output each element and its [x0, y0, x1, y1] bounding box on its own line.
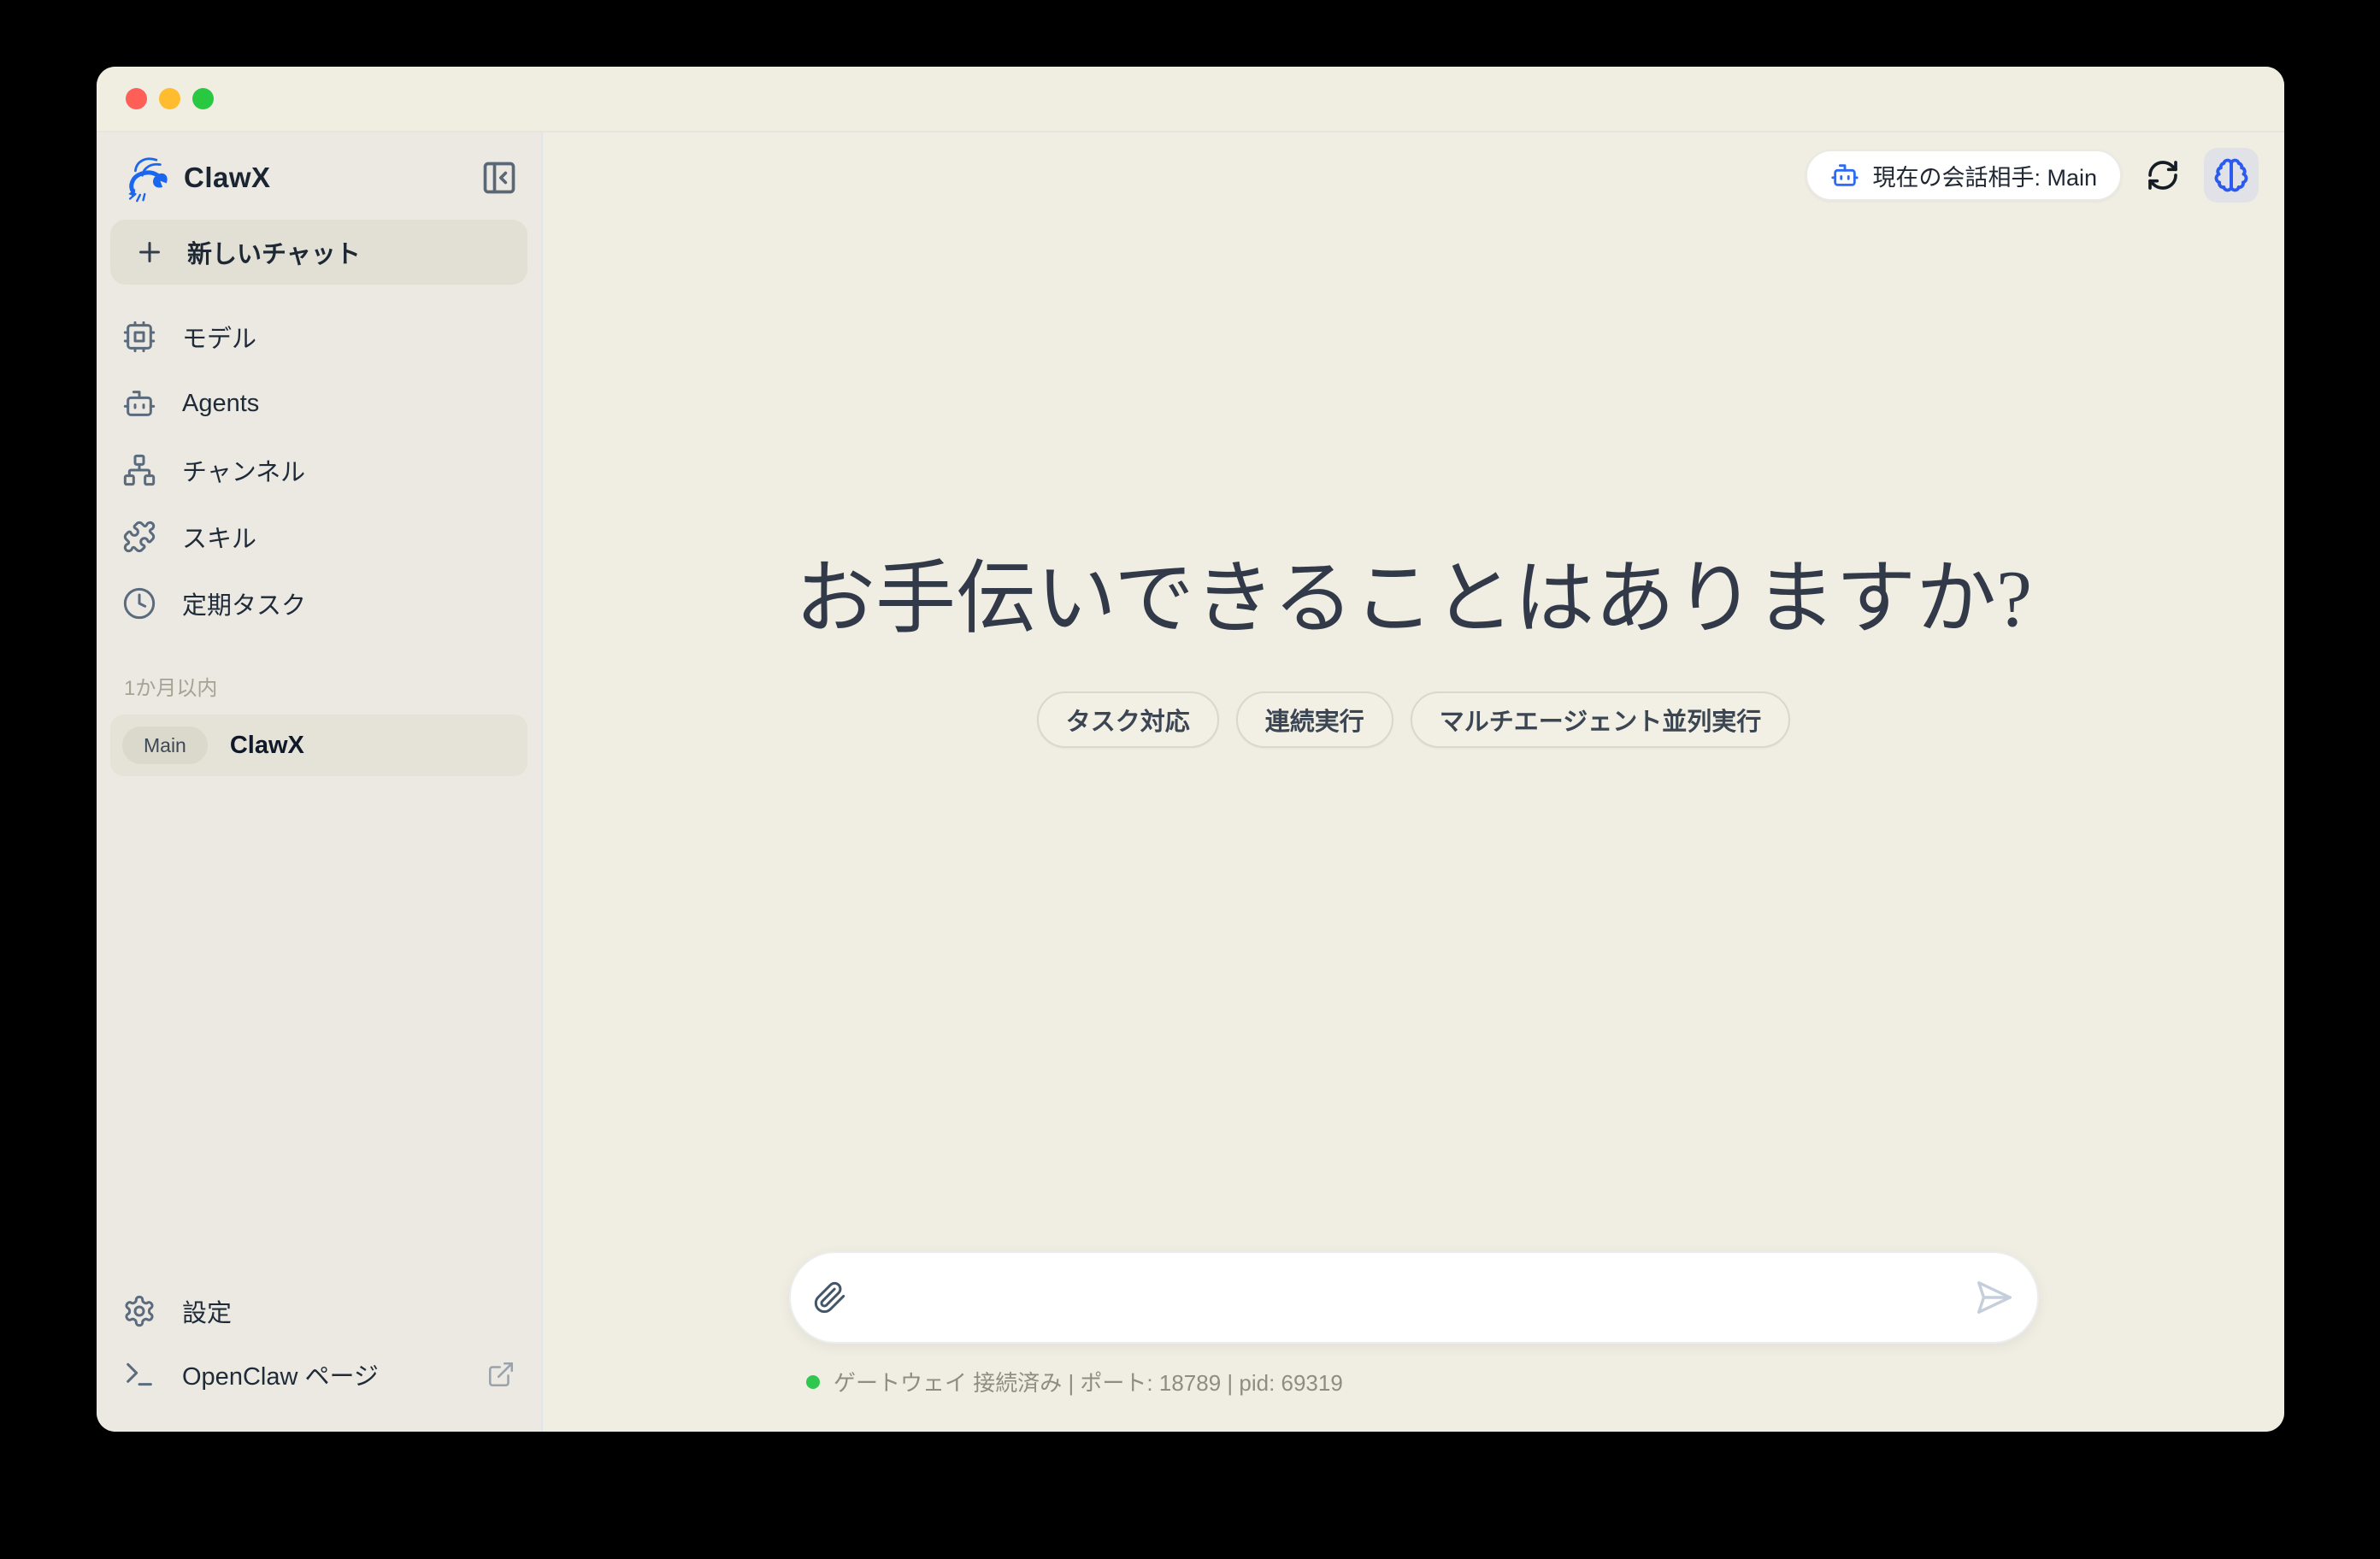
robot-icon [122, 386, 156, 421]
send-button[interactable] [1974, 1278, 2013, 1317]
new-chat-button[interactable]: 新しいチャット [110, 220, 527, 285]
sidebar-item-skills[interactable]: スキル [110, 503, 527, 570]
app-window: ClawX 新しいチャット [97, 67, 2284, 1432]
hero-heading: お手伝いできることはありますか? [795, 553, 2032, 645]
new-chat-label: 新しいチャット [187, 234, 361, 270]
sidebar-item-label: モデル [182, 319, 256, 355]
main-area: 現在の会話相手: Main [543, 132, 2284, 1432]
sidebar-item-label: 設定 [182, 1293, 232, 1329]
terminal-icon [122, 1357, 156, 1391]
clawx-lobster-logo-icon [122, 153, 172, 203]
network-icon [122, 453, 156, 487]
collapse-sidebar-button[interactable] [480, 158, 519, 197]
sidebar-item-scheduled-tasks[interactable]: 定期タスク [110, 570, 527, 637]
hero: お手伝いできることはありますか? タスク対応 連続実行 マルチエージェント並列実… [543, 553, 2284, 748]
current-conversation-label: 現在の会話相手: Main [1872, 159, 2097, 192]
sidebar-item-label: 定期タスク [182, 585, 306, 621]
app-title: ClawX [184, 162, 271, 194]
sidebar-item-models[interactable]: モデル [110, 303, 527, 370]
refresh-button[interactable] [2142, 155, 2183, 196]
top-controls: 現在の会話相手: Main [1806, 148, 2259, 203]
chip-task-support[interactable]: タスク対応 [1037, 691, 1219, 748]
sidebar-item-settings[interactable]: 設定 [110, 1280, 527, 1343]
history-section-label: 1か月以内 [124, 671, 527, 701]
sidebar-header: ClawX [110, 150, 527, 206]
chat-history-item[interactable]: Main ClawX [110, 715, 527, 776]
refresh-icon [2146, 158, 2180, 192]
sidebar-nav: モデル Agents チャンネル [110, 303, 527, 637]
titlebar [97, 67, 2284, 132]
gateway-status: ゲートウェイ 接続済み | ポート: 18789 | pid: 69319 [806, 1366, 1343, 1397]
minimize-window-button[interactable] [159, 88, 180, 109]
sidebar-item-label: チャンネル [182, 452, 305, 488]
gateway-status-text: ゲートウェイ 接続済み | ポート: 18789 | pid: 69319 [834, 1366, 1343, 1397]
robot-icon [1830, 161, 1859, 190]
chat-title: ClawX [230, 732, 304, 760]
attach-file-button[interactable] [813, 1280, 847, 1315]
brain-button[interactable] [2204, 148, 2259, 203]
connected-status-dot [806, 1375, 820, 1389]
send-icon [1974, 1278, 2013, 1317]
current-conversation-pill[interactable]: 現在の会話相手: Main [1806, 150, 2122, 201]
message-composer [789, 1251, 2039, 1344]
sidebar: ClawX 新しいチャット [97, 132, 543, 1432]
chat-agent-badge: Main [122, 727, 208, 764]
sidebar-item-channels[interactable]: チャンネル [110, 437, 527, 503]
plus-icon [134, 237, 165, 268]
chip-multi-agent-parallel[interactable]: マルチエージェント並列実行 [1411, 691, 1790, 748]
brain-icon [2213, 157, 2249, 193]
sidebar-item-label: Agents [182, 390, 259, 418]
suggestion-chips: タスク対応 連続実行 マルチエージェント並列実行 [1037, 691, 1790, 748]
zoom-window-button[interactable] [192, 88, 214, 109]
gear-icon [122, 1294, 156, 1328]
sidebar-item-label: OpenClaw ページ [182, 1356, 379, 1392]
external-link-icon [486, 1360, 515, 1389]
cpu-icon [122, 320, 156, 354]
panel-left-close-icon [480, 159, 518, 197]
sidebar-item-label: スキル [182, 519, 256, 555]
paperclip-icon [813, 1280, 847, 1315]
chip-continuous-run[interactable]: 連続実行 [1236, 691, 1393, 748]
sidebar-item-agents[interactable]: Agents [110, 370, 527, 437]
puzzle-icon [122, 520, 156, 554]
clock-icon [122, 586, 156, 621]
message-input[interactable] [866, 1253, 1955, 1342]
sidebar-item-openclaw-page[interactable]: OpenClaw ページ [110, 1343, 527, 1406]
close-window-button[interactable] [126, 88, 147, 109]
